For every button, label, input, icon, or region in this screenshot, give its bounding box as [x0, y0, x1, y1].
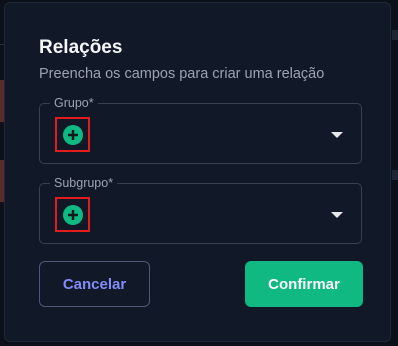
subgrupo-add-button[interactable] [55, 197, 90, 232]
caret-down-icon[interactable] [331, 132, 343, 138]
grupo-add-button[interactable] [55, 117, 90, 152]
dialog-subtitle: Preencha os campos para criar uma relaçã… [39, 66, 325, 82]
subgrupo-label: Subgrupo* [50, 175, 118, 191]
background-edge-mark [392, 170, 398, 180]
dialog-title: Relações [39, 37, 123, 58]
grupo-select[interactable]: Grupo* [39, 95, 362, 164]
subgrupo-select[interactable]: Subgrupo* [39, 175, 362, 244]
cancel-button[interactable]: Cancelar [39, 261, 150, 307]
page-backdrop: Relações Preencha os campos para criar u… [0, 0, 398, 346]
plus-circle-icon [62, 204, 83, 225]
caret-down-icon[interactable] [331, 212, 343, 218]
background-edge-mark [392, 30, 398, 40]
grupo-label: Grupo* [50, 95, 98, 111]
plus-circle-icon [62, 124, 83, 145]
confirm-button[interactable]: Confirmar [245, 261, 363, 307]
relations-dialog: Relações Preencha os campos para criar u… [4, 2, 391, 342]
